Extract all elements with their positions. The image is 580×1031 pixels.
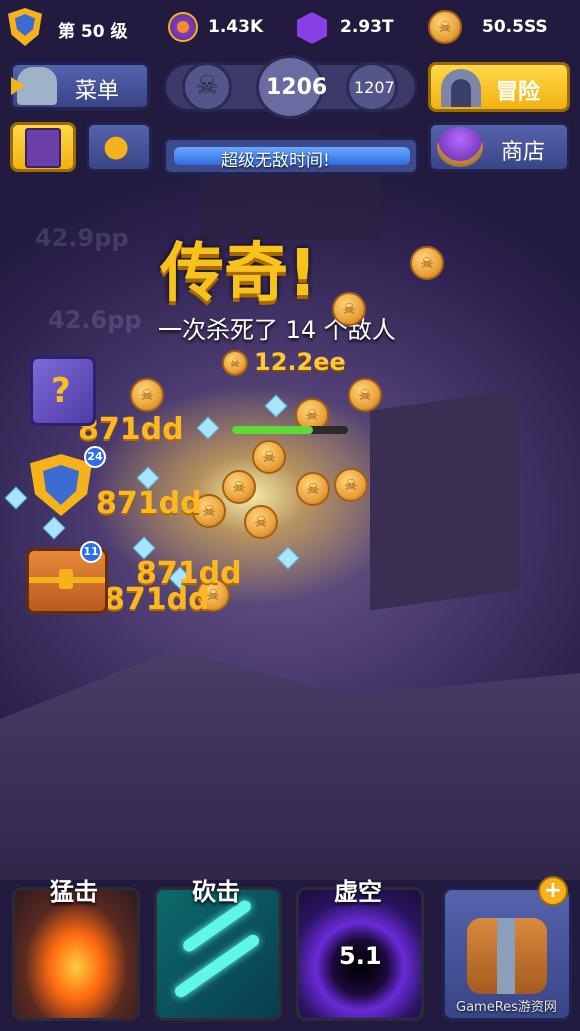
orb-icon	[168, 12, 198, 42]
coin-drop: ☠	[296, 472, 330, 506]
coin-drop: ☠	[334, 468, 368, 502]
menu-button[interactable]: 菜单	[10, 62, 150, 110]
super-banner-text: 超级无敌时间!	[221, 151, 330, 171]
treasure-pot-icon	[437, 127, 483, 167]
level-text: 第 50 级	[58, 22, 128, 42]
gem-drop	[196, 416, 220, 440]
faded-damage: 42.9pp	[35, 224, 129, 252]
gem-drop	[4, 486, 28, 510]
gem-count: 2.93T	[340, 17, 394, 37]
coin-drop: ☠	[348, 378, 382, 412]
reward-coin-icon: ☠	[222, 350, 248, 376]
helmet-icon	[11, 67, 57, 105]
paw-icon: ●	[103, 129, 130, 164]
enemy-health-bar	[232, 426, 348, 434]
damage-number: 871dd	[96, 486, 202, 521]
gem-drop	[276, 546, 300, 570]
mystery-box-icon[interactable]: ?	[30, 356, 96, 426]
stage-next-circle: 1207	[346, 62, 398, 112]
legendary-headline: 传奇!	[160, 237, 318, 311]
shield-powerup-icon[interactable]	[30, 454, 92, 516]
spellbook-button[interactable]	[10, 122, 76, 172]
gem-drop	[42, 516, 66, 540]
enemy-health-fill	[232, 426, 314, 434]
menu-label: 菜单	[75, 79, 120, 104]
damage-number: 871dd	[104, 582, 210, 617]
boss-skull-icon[interactable]: ☠	[182, 62, 232, 112]
book-icon	[25, 128, 61, 168]
skill-void-cooldown: 5.1	[339, 942, 382, 970]
adventure-label: 冒险	[496, 80, 541, 105]
skill-slam-label: 猛击	[50, 878, 98, 906]
stage-current: 1206	[266, 75, 328, 100]
watermark: GameRes游资网	[456, 1000, 557, 1015]
coin-drop: ☠	[130, 378, 164, 412]
orb-count: 1.43K	[208, 17, 264, 37]
shield-count-badge: 24	[84, 446, 106, 468]
adventure-button[interactable]: 冒险	[428, 62, 570, 112]
shop-button[interactable]: 商店	[428, 122, 570, 172]
coin-icon: ☠	[428, 10, 462, 44]
faded-damage: 42.6pp	[48, 306, 142, 334]
gem-icon	[297, 12, 327, 44]
rock-pillar	[370, 389, 520, 611]
skill-slam-button[interactable]	[12, 887, 140, 1021]
coin-count: 50.5SS	[482, 17, 548, 37]
super-invincible-banner: 超级无敌时间!	[163, 137, 419, 175]
chest-count-badge: 11	[80, 541, 102, 563]
shop-label: 商店	[501, 140, 546, 165]
coin-drop: ☠	[222, 470, 256, 504]
rock-slab	[0, 650, 580, 880]
game-screen: 第 50 级 1.43K 2.93T ☠ 50.5SS 菜单 ☠ 1206 12…	[0, 0, 580, 1031]
skill-void-label: 虚空	[334, 878, 382, 906]
coin-reward: 12.2ee	[254, 348, 346, 376]
skill-void-button[interactable]: 5.1	[296, 887, 424, 1021]
stage-next: 1207	[354, 78, 395, 97]
pet-button[interactable]: ●	[86, 122, 152, 172]
level-shield-icon	[8, 8, 42, 46]
bag-icon	[467, 918, 547, 994]
skill-slash-label: 砍击	[192, 878, 240, 906]
skill-slash-button[interactable]	[154, 887, 282, 1021]
coin-drop: ☠	[252, 440, 286, 474]
coin-drop: ☠	[410, 246, 444, 280]
stage-current-circle: 1206	[256, 55, 328, 119]
coin-drop: ☠	[332, 292, 366, 326]
add-plus-icon[interactable]: +	[538, 876, 568, 906]
gem-drop	[264, 394, 288, 418]
portal-icon	[441, 69, 481, 107]
coin-drop: ☠	[244, 505, 278, 539]
